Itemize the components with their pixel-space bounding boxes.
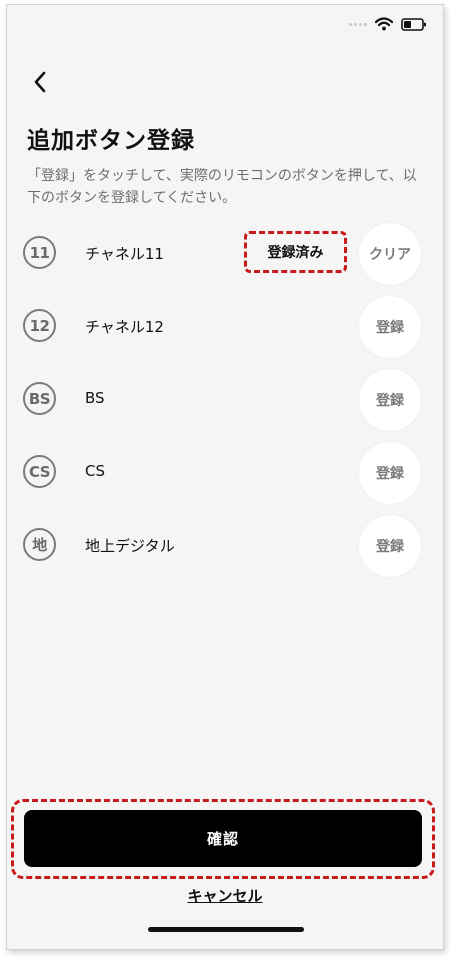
chevron-left-icon	[34, 71, 46, 93]
register-button[interactable]: 登録	[359, 442, 421, 504]
register-button[interactable]: 登録	[359, 515, 421, 577]
home-indicator	[148, 927, 304, 932]
register-button[interactable]: 登録	[359, 296, 421, 358]
battery-icon	[401, 17, 426, 31]
instruction-text: 「登録」をタッチして、実際のリモコンのボタンを押して、以下のボタンを登録してくだ…	[27, 168, 417, 206]
channel-row-12: 12 チャネル12 登録	[7, 293, 443, 366]
back-button[interactable]	[25, 67, 55, 97]
wifi-icon	[375, 17, 393, 31]
channel-11-icon: 11	[23, 236, 56, 269]
channel-name: チャネル12	[85, 318, 164, 336]
cs-icon: CS	[23, 455, 56, 488]
bs-icon: BS	[23, 382, 56, 415]
channel-list: 11 チャネル11 登録済み クリア 12 チャネル12 登録 BS BS 登録…	[7, 220, 443, 585]
phone-screen: 追加ボタン登録 「登録」をタッチして、実際のリモコンのボタンを押して、以下のボタ…	[6, 4, 444, 950]
terrestrial-icon: 地	[23, 528, 56, 561]
confirm-button[interactable]: 確認	[24, 810, 422, 867]
cancel-link[interactable]: キャンセル	[7, 885, 443, 906]
channel-row-bs: BS BS 登録	[7, 366, 443, 439]
channel-row-11: 11 チャネル11 登録済み クリア	[7, 220, 443, 293]
channel-name: 地上デジタル	[85, 537, 175, 555]
registered-status-badge: 登録済み	[244, 231, 347, 273]
channel-name: BS	[85, 389, 105, 407]
channel-row-terrestrial: 地 地上デジタル 登録	[7, 512, 443, 585]
page-title: 追加ボタン登録	[27, 128, 195, 154]
signal-icon	[349, 22, 367, 26]
register-button[interactable]: 登録	[359, 369, 421, 431]
channel-name: チャネル11	[85, 245, 164, 263]
clear-button[interactable]: クリア	[359, 223, 421, 285]
channel-name: CS	[85, 462, 105, 480]
status-bar	[349, 17, 427, 31]
channel-12-icon: 12	[23, 309, 56, 342]
channel-row-cs: CS CS 登録	[7, 439, 443, 512]
